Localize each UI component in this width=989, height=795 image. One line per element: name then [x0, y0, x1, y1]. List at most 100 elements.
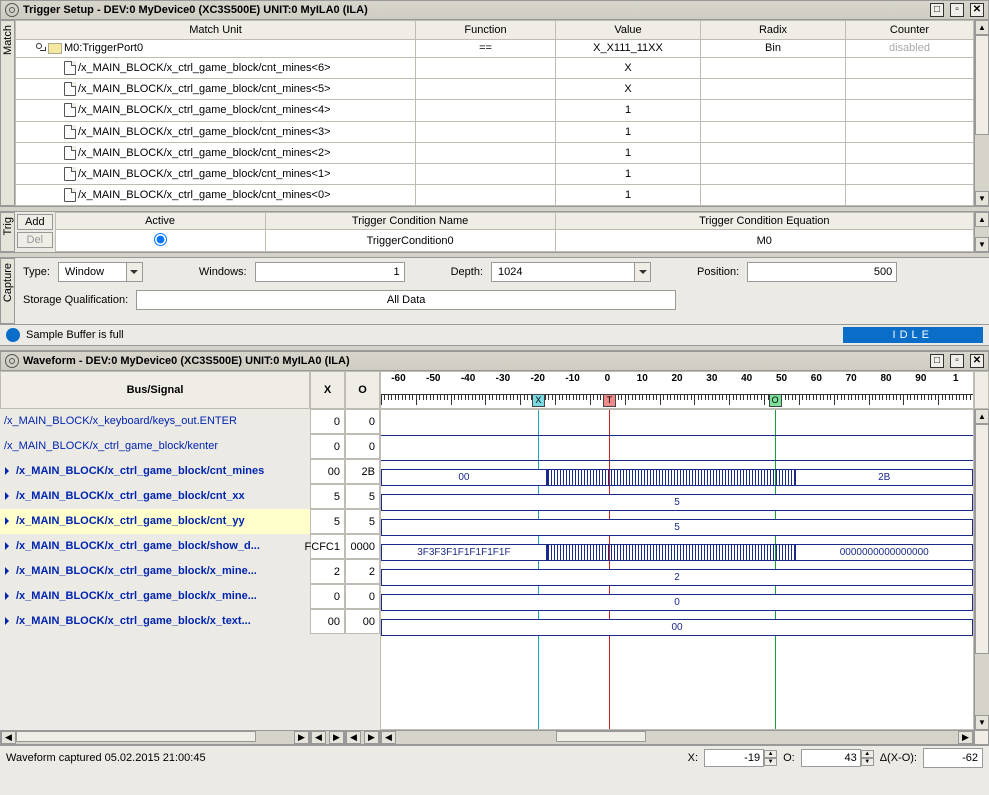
- trigger-panel-title: Trigger Setup - DEV:0 MyDevice0 (XC3S500…: [0, 0, 989, 20]
- signal-row[interactable]: /x_MAIN_BLOCK/x_ctrl_game_block/cnt_yy: [0, 509, 310, 534]
- signal-row[interactable]: /x_MAIN_BLOCK/x_ctrl_game_block/cnt_mine…: [0, 459, 310, 484]
- chevron-down-icon[interactable]: [634, 263, 650, 281]
- o-value: 0000: [345, 534, 380, 559]
- wave-scroll-v[interactable]: ▲ ▼: [974, 409, 989, 730]
- maximize-icon[interactable]: ▫: [950, 354, 964, 368]
- signal-name: /x_MAIN_BLOCK/x_ctrl_game_block/cnt_yy: [16, 515, 245, 527]
- signal-name: /x_MAIN_BLOCK/x_ctrl_game_block/kenter: [4, 440, 218, 452]
- wave-lane[interactable]: 002B: [381, 465, 973, 490]
- spin-up-icon[interactable]: ▲: [861, 750, 874, 758]
- sig-hscroll[interactable]: ◀▶: [0, 730, 310, 745]
- idle-badge: IDLE: [843, 327, 983, 343]
- close-icon[interactable]: ✕: [970, 354, 984, 368]
- o-value: 0: [345, 584, 380, 609]
- add-button[interactable]: Add: [17, 214, 53, 230]
- wave-lane[interactable]: [381, 415, 973, 440]
- scroll-down-icon[interactable]: ▼: [975, 715, 989, 730]
- gear-icon: [5, 354, 19, 368]
- wave-lane[interactable]: 0: [381, 590, 973, 615]
- match-root-row[interactable]: M0:TriggerPort0 == X_X111_11XX Bin disab…: [16, 39, 974, 58]
- x-pos-label: X:: [688, 752, 698, 764]
- scroll-down-icon[interactable]: ▼: [975, 237, 989, 252]
- type-dropdown[interactable]: Window: [58, 262, 143, 282]
- wave-lane[interactable]: 5: [381, 515, 973, 540]
- o-value: 2B: [345, 459, 380, 484]
- match-scroll-v[interactable]: ▲ ▼: [974, 20, 989, 206]
- signal-row[interactable]: /x_MAIN_BLOCK/x_ctrl_game_block/cnt_xx: [0, 484, 310, 509]
- match-tab[interactable]: Match: [0, 20, 15, 206]
- match-row[interactable]: /x_MAIN_BLOCK/x_ctrl_game_block/cnt_mine…: [16, 58, 974, 79]
- expand-icon[interactable]: [4, 592, 13, 601]
- expand-icon[interactable]: [4, 542, 13, 551]
- scroll-down-icon[interactable]: ▼: [975, 191, 989, 206]
- del-button[interactable]: Del: [17, 232, 53, 248]
- signal-name: /x_MAIN_BLOCK/x_ctrl_game_block/x_text..…: [16, 615, 251, 627]
- wave-lane[interactable]: 2: [381, 565, 973, 590]
- match-row[interactable]: /x_MAIN_BLOCK/x_ctrl_game_block/cnt_mine…: [16, 142, 974, 163]
- signal-row[interactable]: /x_MAIN_BLOCK/x_keyboard/keys_out.ENTER: [0, 409, 310, 434]
- match-unit-table: Match Unit Function Value Radix Counter …: [15, 20, 974, 206]
- spin-up-icon[interactable]: ▲: [764, 750, 777, 758]
- wave-lane[interactable]: 5: [381, 490, 973, 515]
- o-hscroll[interactable]: ◀▶: [345, 730, 380, 745]
- wave-lane[interactable]: 3F3F3F1F1F1F1F1F0000000000000000: [381, 540, 973, 565]
- capture-tab[interactable]: Capture: [0, 258, 15, 324]
- restore-icon[interactable]: □: [930, 354, 944, 368]
- spin-down-icon[interactable]: ▼: [764, 758, 777, 766]
- folder-icon: [48, 43, 62, 54]
- match-row[interactable]: /x_MAIN_BLOCK/x_ctrl_game_block/cnt_mine…: [16, 79, 974, 100]
- scroll-up-icon[interactable]: ▲: [975, 20, 989, 35]
- col-counter: Counter: [846, 21, 974, 40]
- trig-row[interactable]: TriggerCondition0 M0: [55, 230, 973, 252]
- match-row[interactable]: /x_MAIN_BLOCK/x_ctrl_game_block/cnt_mine…: [16, 163, 974, 184]
- waveform-status: Waveform captured 05.02.2015 21:00:45: [6, 752, 206, 764]
- o-pos-spinner[interactable]: ▲▼: [801, 749, 874, 767]
- x-value: 2: [310, 559, 345, 584]
- position-input[interactable]: [747, 262, 897, 282]
- o-value: 5: [345, 484, 380, 509]
- col-function: Function: [416, 21, 556, 40]
- restore-icon[interactable]: □: [930, 3, 944, 17]
- x-value: 0: [310, 434, 345, 459]
- spin-down-icon[interactable]: ▼: [861, 758, 874, 766]
- windows-input[interactable]: [255, 262, 405, 282]
- x-pos-spinner[interactable]: ▲▼: [704, 749, 777, 767]
- scroll-up-icon[interactable]: ▲: [975, 409, 989, 424]
- x-value: 0: [310, 584, 345, 609]
- signal-row[interactable]: /x_MAIN_BLOCK/x_ctrl_game_block/show_d..…: [0, 534, 310, 559]
- expand-icon[interactable]: [4, 617, 13, 626]
- expand-icon[interactable]: [4, 517, 13, 526]
- wave-lane[interactable]: [381, 440, 973, 465]
- signal-row[interactable]: /x_MAIN_BLOCK/x_ctrl_game_block/x_mine..…: [0, 559, 310, 584]
- signal-name: /x_MAIN_BLOCK/x_ctrl_game_block/cnt_mine…: [16, 465, 264, 477]
- expand-icon[interactable]: [4, 492, 13, 501]
- col-trig-name: Trigger Condition Name: [265, 213, 555, 230]
- signal-row[interactable]: /x_MAIN_BLOCK/x_ctrl_game_block/x_text..…: [0, 609, 310, 634]
- trigger-title-text: Trigger Setup - DEV:0 MyDevice0 (XC3S500…: [23, 4, 368, 16]
- signal-row[interactable]: /x_MAIN_BLOCK/x_ctrl_game_block/kenter: [0, 434, 310, 459]
- trig-condition-table: ActiveTrigger Condition NameTrigger Cond…: [55, 212, 974, 252]
- time-ruler[interactable]: -60-50-40-30-20-1001020304050607080901: [380, 371, 974, 409]
- trig-tab[interactable]: Trig: [0, 212, 15, 252]
- close-icon[interactable]: ✕: [970, 3, 984, 17]
- o-value: 0: [345, 434, 380, 459]
- expand-icon[interactable]: [4, 567, 13, 576]
- wave-hscroll[interactable]: ◀▶: [380, 730, 974, 745]
- maximize-icon[interactable]: ▫: [950, 3, 964, 17]
- depth-dropdown[interactable]: 1024: [491, 262, 651, 282]
- expand-icon[interactable]: [4, 467, 13, 476]
- cursor-tag-t: T: [603, 394, 616, 407]
- chevron-down-icon[interactable]: [126, 263, 142, 281]
- signal-row[interactable]: /x_MAIN_BLOCK/x_ctrl_game_block/x_mine..…: [0, 584, 310, 609]
- storage-button[interactable]: All Data: [136, 290, 676, 310]
- x-hscroll[interactable]: ◀▶: [310, 730, 345, 745]
- match-row[interactable]: /x_MAIN_BLOCK/x_ctrl_game_block/cnt_mine…: [16, 100, 974, 121]
- trig-scroll-v[interactable]: ▲ ▼: [974, 212, 989, 252]
- buffer-status: Sample Buffer is full: [26, 329, 124, 341]
- active-radio[interactable]: [154, 233, 167, 246]
- match-row[interactable]: /x_MAIN_BLOCK/x_ctrl_game_block/cnt_mine…: [16, 121, 974, 142]
- cursor-tag-o: O: [769, 394, 782, 407]
- wave-lane[interactable]: 00: [381, 615, 973, 640]
- match-row[interactable]: /x_MAIN_BLOCK/x_ctrl_game_block/cnt_mine…: [16, 184, 974, 205]
- scroll-up-icon[interactable]: ▲: [975, 212, 989, 227]
